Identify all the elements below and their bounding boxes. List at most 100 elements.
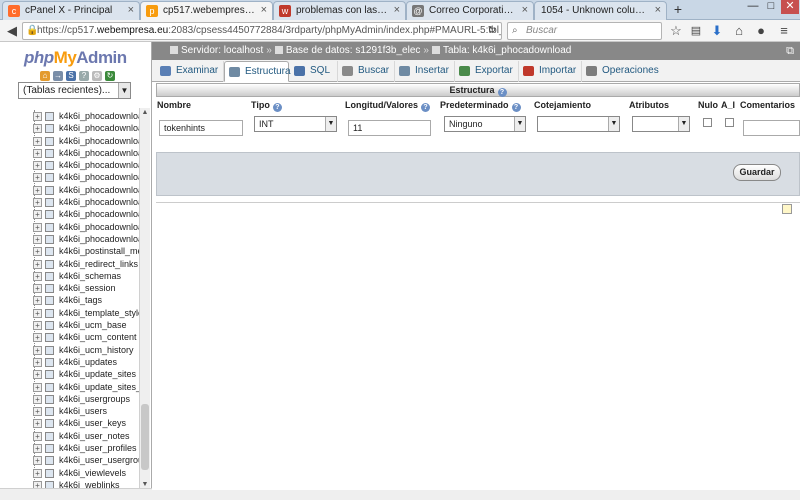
expand-icon[interactable]: + [33,407,42,417]
tab-sql[interactable]: SQL [290,61,338,82]
expand-icon[interactable]: + [33,468,42,478]
collapse-icon[interactable]: ⧉ [786,42,794,60]
sidebar-table-item[interactable]: + k4k6i_phocadownload [30,122,140,134]
collation-select[interactable]: ▼ [537,116,620,132]
sidebar-table-item[interactable]: + k4k6i_ucm_history [30,344,140,356]
sidebar-table-item[interactable]: + k4k6i_updates [30,356,140,368]
browser-tab-problemas[interactable]: w problemas con las descarg... × [273,1,406,20]
expand-icon[interactable]: + [33,431,42,441]
expand-icon[interactable]: + [33,148,42,158]
docs-icon[interactable]: ? [79,71,89,81]
expand-icon[interactable]: + [33,161,42,171]
expand-icon[interactable]: + [33,382,42,392]
sidebar-table-item[interactable]: + k4k6i_session [30,282,140,294]
tab-estructura[interactable]: Estructura [224,61,291,82]
length-input[interactable]: 11 [348,120,431,136]
browser-tab-phpmyadmin[interactable]: p cp517.webempresa.eu / lo... × [140,1,273,21]
home-icon[interactable]: ⌂ [731,23,747,39]
reload-icon[interactable]: ↻ [484,23,500,39]
help-icon[interactable]: ? [511,103,521,112]
logout-icon[interactable]: → [53,71,63,81]
expand-icon[interactable]: + [33,247,42,257]
close-icon[interactable]: × [655,4,661,16]
new-tab-button[interactable]: + [670,1,686,19]
sidebar-table-item[interactable]: + k4k6i_postinstall_mes [30,245,140,257]
help-icon[interactable]: ? [421,103,431,112]
tab-buscar[interactable]: Buscar [338,61,395,82]
expand-icon[interactable]: + [33,394,42,404]
minimize-button[interactable]: — [744,0,762,14]
sidebar-table-item[interactable]: + k4k6i_ucm_content [30,331,140,343]
sidebar-table-item[interactable]: + k4k6i_phocadownload [30,159,140,171]
scrollbar-thumb[interactable] [141,404,149,470]
settings-icon[interactable]: ⚙ [92,71,102,81]
expand-icon[interactable]: + [33,259,42,269]
expand-icon[interactable]: + [33,284,42,294]
search-input[interactable]: ⌕ Buscar [507,22,662,40]
attributes-select[interactable]: ▼ [632,116,690,132]
close-icon[interactable]: × [522,4,528,16]
expand-icon[interactable]: + [33,321,42,331]
browser-tab-correo[interactable]: @ Correo Corporativo :: Entra... × [406,1,534,20]
sidebar-table-item[interactable]: + k4k6i_phocadownload [30,135,140,147]
scroll-up-icon[interactable]: ▲ [140,108,150,118]
download-icon[interactable]: ⬇ [709,23,725,39]
expand-icon[interactable]: + [33,112,42,121]
close-icon[interactable]: × [261,4,267,16]
sidebar-table-item[interactable]: + k4k6i_user_usergroup_ [30,454,140,466]
maximize-button[interactable]: □ [762,0,780,14]
sidebar-table-item[interactable]: + k4k6i_phocadownload [30,110,140,122]
menu-icon[interactable]: ≡ [776,23,792,39]
expand-icon[interactable]: + [33,185,42,195]
sidebar-table-item[interactable]: + k4k6i_redirect_links [30,258,140,270]
reading-list-icon[interactable]: ▤ [688,23,704,39]
tab-insertar[interactable]: Insertar [395,61,455,82]
auto-increment-checkbox[interactable] [725,118,734,127]
url-bar[interactable]: 🔒 https://cp517.webempresa.eu:2083/cpses… [22,22,502,40]
sidebar-table-item[interactable]: + k4k6i_phocadownload [30,221,140,233]
sidebar-table-item[interactable]: + k4k6i_phocadownload [30,184,140,196]
sidebar-table-item[interactable]: + k4k6i_usergroups [30,393,140,405]
expand-icon[interactable]: + [33,210,42,220]
sidebar-table-item[interactable]: + k4k6i_schemas [30,270,140,282]
tab-exportar[interactable]: Exportar [455,61,519,82]
expand-icon[interactable]: + [33,456,42,466]
expand-icon[interactable]: + [33,308,42,318]
expand-icon[interactable]: + [33,198,42,208]
type-select[interactable]: INT ▼ [254,116,337,132]
tab-operaciones[interactable]: Operaciones [582,61,664,82]
close-window-button[interactable]: ✕ [781,0,799,14]
recent-tables-select[interactable]: (Tablas recientes)... ▼ [18,82,131,99]
back-icon[interactable]: ◀ [4,23,20,39]
sidebar-table-item[interactable]: + k4k6i_update_sites_ex [30,381,140,393]
comments-input[interactable] [743,120,800,136]
sidebar-table-item[interactable]: + k4k6i_user_keys [30,417,140,429]
save-button[interactable]: Guardar [733,164,781,181]
console-icon[interactable] [782,204,792,214]
close-icon[interactable]: × [394,4,400,16]
expand-icon[interactable]: + [33,296,42,306]
expand-icon[interactable]: + [33,136,42,146]
expand-icon[interactable]: + [33,370,42,380]
tab-importar[interactable]: Importar [519,61,582,82]
sidebar-scrollbar[interactable]: ▲ ▼ [139,108,150,490]
sidebar-table-item[interactable]: + k4k6i_phocadownload [30,171,140,183]
sidebar-table-item[interactable]: + k4k6i_phocadownload [30,147,140,159]
sql-query-icon[interactable]: S [66,71,76,81]
sidebar-table-item[interactable]: + k4k6i_template_styles [30,307,140,319]
sidebar-table-item[interactable]: + k4k6i_viewlevels [30,467,140,479]
expand-icon[interactable]: + [33,345,42,355]
phpmyadmin-logo[interactable]: phpMyAdmin [24,48,127,68]
sidebar-table-item[interactable]: + k4k6i_phocadownload [30,233,140,245]
help-icon[interactable]: ? [497,88,507,97]
breadcrumb-table[interactable]: Tabla: k4k6i_phocadownload [443,45,571,56]
refresh-icon[interactable]: ↻ [105,71,115,81]
close-icon[interactable]: × [128,4,134,16]
expand-icon[interactable]: + [33,124,42,134]
browser-tab-error[interactable]: 1054 - Unknown column 'c.tok... × [534,1,667,20]
sidebar-table-item[interactable]: + k4k6i_tags [30,294,140,306]
sidebar-table-item[interactable]: + k4k6i_phocadownload [30,208,140,220]
expand-icon[interactable]: + [33,357,42,367]
sidebar-table-item[interactable]: + k4k6i_ucm_base [30,319,140,331]
browser-tab-cpanel[interactable]: c cPanel X - Principal × [2,1,140,20]
